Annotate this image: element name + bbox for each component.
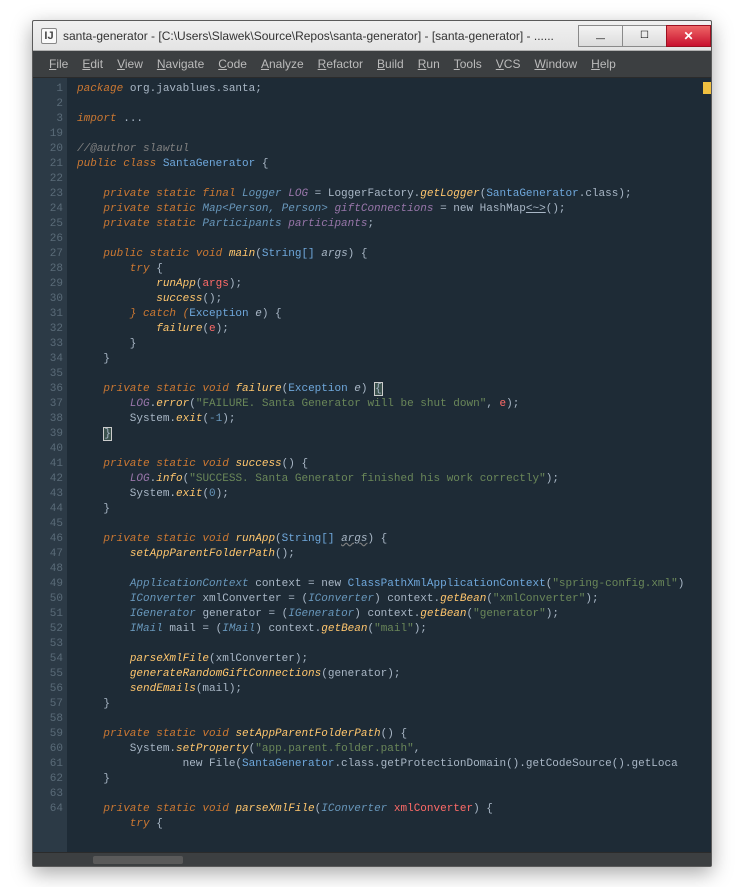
gutter-line[interactable]: 22 xyxy=(37,172,63,187)
gutter-line[interactable]: 3 xyxy=(37,112,63,127)
menu-bar: File Edit View Navigate Code Analyze Ref… xyxy=(33,51,711,78)
ide-window: IJ santa-generator - [C:\Users\Slawek\So… xyxy=(32,20,712,867)
gutter-line[interactable]: 63 xyxy=(37,787,63,802)
gutter-line[interactable]: 39 xyxy=(37,427,63,442)
gutter-line[interactable]: 26 xyxy=(37,232,63,247)
gutter-line[interactable]: 60 xyxy=(37,742,63,757)
marker-stripe[interactable] xyxy=(703,82,711,94)
gutter-line[interactable]: 64 xyxy=(37,802,63,817)
gutter-line[interactable]: 35 xyxy=(37,367,63,382)
gutter-line[interactable]: 55 xyxy=(37,667,63,682)
editor[interactable]: 1 2 3 19 20 21 22 23 24 25 26 27 28 29 3… xyxy=(33,78,711,852)
gutter-line[interactable]: 37 xyxy=(37,397,63,412)
gutter-line[interactable]: 20 xyxy=(37,142,63,157)
gutter-line[interactable]: 40 xyxy=(37,442,63,457)
gutter-line[interactable]: 49 xyxy=(37,577,63,592)
menu-tools[interactable]: Tools xyxy=(448,55,488,73)
gutter-line[interactable]: 34 xyxy=(37,352,63,367)
close-button[interactable] xyxy=(666,25,711,47)
gutter-line[interactable]: 38 xyxy=(37,412,63,427)
menu-edit[interactable]: Edit xyxy=(76,55,109,73)
gutter-line[interactable]: 44 xyxy=(37,502,63,517)
menu-file[interactable]: File xyxy=(43,55,74,73)
menu-run[interactable]: Run xyxy=(412,55,446,73)
titlebar[interactable]: IJ santa-generator - [C:\Users\Slawek\So… xyxy=(33,21,711,51)
gutter-line[interactable]: 41 xyxy=(37,457,63,472)
gutter-line[interactable]: 57 xyxy=(37,697,63,712)
gutter-line[interactable]: 51 xyxy=(37,607,63,622)
gutter-line[interactable]: 47 xyxy=(37,547,63,562)
maximize-button[interactable] xyxy=(622,25,667,47)
menu-code[interactable]: Code xyxy=(212,55,253,73)
gutter-line[interactable]: 21 xyxy=(37,157,63,172)
gutter-line[interactable]: 1 xyxy=(37,82,63,97)
titlebar-text: santa-generator - [C:\Users\Slawek\Sourc… xyxy=(63,29,579,43)
gutter-line[interactable]: 50 xyxy=(37,592,63,607)
menu-window[interactable]: Window xyxy=(528,55,583,73)
gutter-line[interactable]: 59 xyxy=(37,727,63,742)
gutter-line[interactable]: 58 xyxy=(37,712,63,727)
code-content[interactable]: package org.javablues.santa; import ... … xyxy=(67,78,711,852)
menu-build[interactable]: Build xyxy=(371,55,410,73)
window-controls xyxy=(579,25,711,47)
minimize-button[interactable] xyxy=(578,25,623,47)
gutter-line[interactable]: 42 xyxy=(37,472,63,487)
gutter-line[interactable]: 24 xyxy=(37,202,63,217)
gutter-line[interactable]: 32 xyxy=(37,322,63,337)
gutter-line[interactable]: 52 xyxy=(37,622,63,637)
gutter-line[interactable]: 23 xyxy=(37,187,63,202)
gutter-line[interactable]: 27 xyxy=(37,247,63,262)
menu-view[interactable]: View xyxy=(111,55,149,73)
gutter-line[interactable]: 45 xyxy=(37,517,63,532)
horizontal-scrollbar[interactable] xyxy=(33,852,711,866)
gutter-line[interactable]: 33 xyxy=(37,337,63,352)
menu-refactor[interactable]: Refactor xyxy=(312,55,369,73)
gutter-line[interactable]: 19 xyxy=(37,127,63,142)
gutter-line[interactable]: 48 xyxy=(37,562,63,577)
gutter-line[interactable]: 25 xyxy=(37,217,63,232)
gutter-line[interactable]: 36 xyxy=(37,382,63,397)
menu-navigate[interactable]: Navigate xyxy=(151,55,210,73)
menu-help[interactable]: Help xyxy=(585,55,622,73)
gutter-line[interactable]: 62 xyxy=(37,772,63,787)
gutter-line[interactable]: 30 xyxy=(37,292,63,307)
gutter-line[interactable]: 61 xyxy=(37,757,63,772)
gutter-line[interactable]: 56 xyxy=(37,682,63,697)
app-icon: IJ xyxy=(41,28,57,44)
gutter-line[interactable]: 53 xyxy=(37,637,63,652)
gutter-line[interactable]: 46 xyxy=(37,532,63,547)
gutter-line[interactable]: 29 xyxy=(37,277,63,292)
gutter-line[interactable]: 28 xyxy=(37,262,63,277)
menu-analyze[interactable]: Analyze xyxy=(255,55,310,73)
gutter-line[interactable]: 54 xyxy=(37,652,63,667)
line-gutter[interactable]: 1 2 3 19 20 21 22 23 24 25 26 27 28 29 3… xyxy=(33,78,67,852)
scrollbar-thumb[interactable] xyxy=(93,856,183,864)
gutter-line[interactable]: 31 xyxy=(37,307,63,322)
menu-vcs[interactable]: VCS xyxy=(490,55,527,73)
gutter-line[interactable]: 43 xyxy=(37,487,63,502)
gutter-line[interactable]: 2 xyxy=(37,97,63,112)
